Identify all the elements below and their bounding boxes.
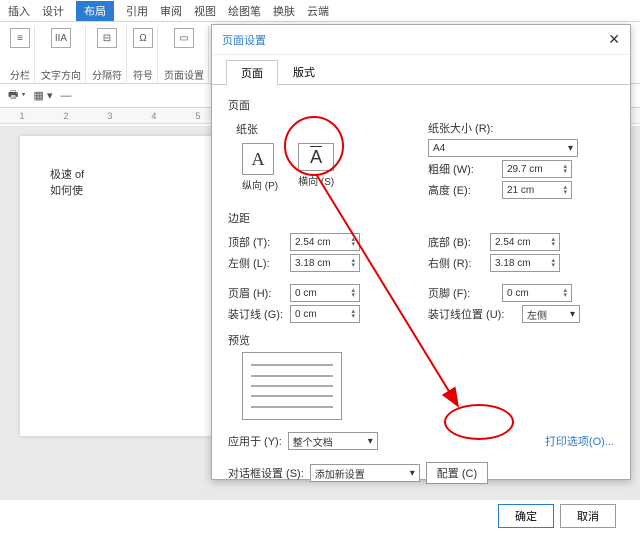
margin-section-label: 边距 [228, 210, 614, 226]
right-label: 右侧 (R): [428, 255, 484, 271]
dialog-tabs: 页面 版式 [212, 59, 630, 85]
print-icon[interactable]: 🖶 ▾ [8, 86, 26, 105]
bottom-label: 底部 (B): [428, 234, 484, 250]
menu-bar: 插入 设计 布局 引用 审阅 视图 绘图笔 换肤 云端 [0, 0, 640, 22]
left-input[interactable]: 3.18 cm▴▾ [290, 254, 360, 272]
menu-layout[interactable]: 布局 [76, 1, 114, 21]
menu-cloud[interactable]: 云端 [307, 3, 329, 19]
tab-page[interactable]: 页面 [226, 60, 278, 85]
paper-size-select[interactable]: A4▾ [428, 139, 578, 157]
ribbon-columns[interactable]: ≡分栏 [6, 26, 35, 82]
paper-label: 纸张 [236, 121, 414, 137]
gutter-pos-label: 装订线位置 (U): [428, 306, 516, 322]
menu-draw[interactable]: 绘图笔 [228, 3, 261, 19]
apply-label: 应用于 (Y): [228, 433, 282, 449]
menu-references[interactable]: 引用 [126, 3, 148, 19]
print-options-link[interactable]: 打印选项(O)... [545, 433, 614, 449]
breaks-icon: ⊟ [97, 28, 117, 48]
footer-input[interactable]: 0 cm▴▾ [502, 284, 572, 302]
menu-insert[interactable]: 插入 [8, 3, 30, 19]
doc-text-2: 如何使 [50, 182, 190, 198]
header-label: 页眉 (H): [228, 285, 284, 301]
width-input[interactable]: 29.7 cm▴▾ [502, 160, 572, 178]
width-label: 粗细 (W): [428, 161, 496, 177]
gutter-pos-select[interactable]: 左侧▾ [522, 305, 580, 323]
preview-label: 预览 [228, 332, 614, 348]
header-input[interactable]: 0 cm▴▾ [290, 284, 360, 302]
dialog-titlebar: 页面设置 ✕ [212, 25, 630, 55]
gutter-label: 装订线 (G): [228, 306, 284, 322]
orientation-landscape[interactable]: A 横向 (S) [298, 143, 334, 192]
dialog-buttons: 确定 取消 [212, 498, 630, 534]
height-label: 高度 (E): [428, 182, 496, 198]
text-direction-icon: IIA [51, 28, 71, 48]
left-label: 左侧 (L): [228, 255, 284, 271]
footer-label: 页脚 (F): [428, 285, 496, 301]
menu-view[interactable]: 视图 [194, 3, 216, 19]
gutter-input[interactable]: 0 cm▴▾ [290, 305, 360, 323]
grid-icon[interactable]: ▦ ▾ [34, 89, 53, 102]
configure-button[interactable]: 配置 (C) [426, 462, 488, 484]
ribbon-textdir[interactable]: IIA文字方向 [37, 26, 86, 82]
orientation-portrait[interactable]: A 纵向 (P) [242, 143, 278, 192]
preview-box [242, 352, 342, 420]
right-input[interactable]: 3.18 cm▴▾ [490, 254, 560, 272]
page-setup-dialog: 页面设置 ✕ 页面 版式 页面 纸张 A 纵向 (P) A 横向 (S) [211, 24, 631, 480]
menu-skin[interactable]: 换肤 [273, 3, 295, 19]
cancel-button[interactable]: 取消 [560, 504, 616, 528]
dialog-settings-label: 对话框设置 (S): [228, 465, 304, 481]
top-label: 顶部 (T): [228, 234, 284, 250]
doc-text-1: 极速 of [50, 166, 190, 182]
columns-icon: ≡ [10, 28, 30, 48]
dialog-title: 页面设置 [222, 32, 266, 48]
dialog-settings-select[interactable]: 添加新设置▾ [310, 464, 420, 482]
ok-button[interactable]: 确定 [498, 504, 554, 528]
bottom-input[interactable]: 2.54 cm▴▾ [490, 233, 560, 251]
ribbon-symbols[interactable]: Ω符号 [129, 26, 158, 82]
tab-format[interactable]: 版式 [278, 59, 330, 84]
ribbon-pagesetup[interactable]: ▭页面设置 [160, 26, 209, 82]
dash-icon[interactable]: — [61, 90, 72, 102]
dialog-panel: 页面 纸张 A 纵向 (P) A 横向 (S) 纸张大小 (R): A4▾ [212, 85, 630, 498]
landscape-icon: A [298, 143, 334, 171]
paper-size-label: 纸张大小 (R): [428, 120, 496, 136]
menu-design[interactable]: 设计 [42, 3, 64, 19]
height-input[interactable]: 21 cm▴▾ [502, 181, 572, 199]
menu-review[interactable]: 审阅 [160, 3, 182, 19]
ribbon-breaks[interactable]: ⊟分隔符 [88, 26, 127, 82]
portrait-icon: A [242, 143, 274, 175]
close-icon[interactable]: ✕ [608, 31, 620, 48]
apply-select[interactable]: 整个文档▾ [288, 432, 378, 450]
symbol-icon: Ω [133, 28, 153, 48]
document-page[interactable]: 极速 of 如何使 [20, 136, 220, 436]
section-page-label: 页面 [228, 97, 614, 113]
page-setup-icon: ▭ [174, 28, 194, 48]
top-input[interactable]: 2.54 cm▴▾ [290, 233, 360, 251]
